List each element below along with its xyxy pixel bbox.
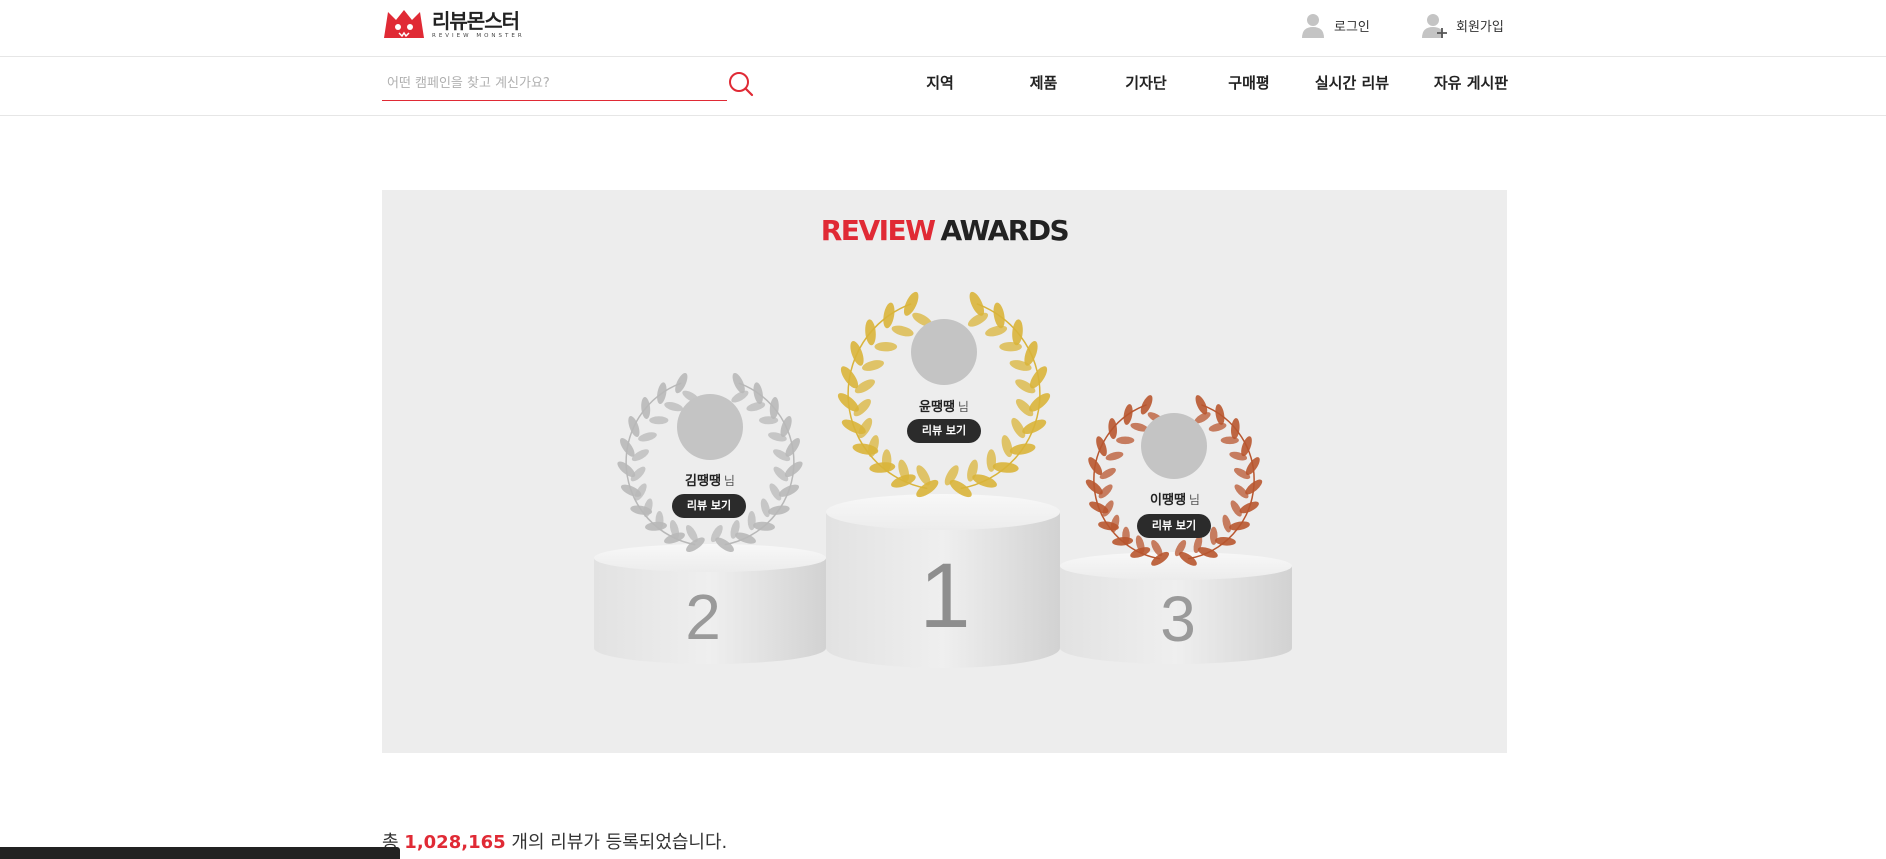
main-nav: 지역 제품 기자단 구매평 실시간 리뷰 자유 게시판 bbox=[880, 72, 1531, 93]
nav-item-reporters[interactable]: 기자단 bbox=[1087, 72, 1205, 93]
laurel-leaf bbox=[1209, 526, 1218, 545]
signup-label: 회원가입 bbox=[1456, 19, 1504, 35]
winner-name-first: 윤땡땡 님 bbox=[919, 400, 969, 415]
nav-item-live-reviews[interactable]: 실시간 리뷰 bbox=[1293, 72, 1411, 93]
view-review-button-second[interactable]: 리뷰 보기 bbox=[672, 494, 746, 518]
nav-item-free-board[interactable]: 자유 게시판 bbox=[1411, 72, 1531, 93]
podium-second: 2 bbox=[594, 544, 826, 664]
laurel-leaf bbox=[985, 325, 1008, 337]
podium-first: 1 bbox=[826, 494, 1060, 668]
user-icon bbox=[1302, 14, 1324, 38]
podium-rank-3: 3 bbox=[1160, 583, 1196, 655]
nav-item-product[interactable]: 제품 bbox=[1000, 72, 1087, 93]
login-link[interactable]: 로그인 bbox=[1300, 12, 1370, 38]
podium-rank-2: 2 bbox=[685, 581, 721, 653]
status-bar bbox=[0, 847, 400, 859]
logo-subtext: REVIEW MONSTER bbox=[432, 32, 525, 39]
nav-item-region[interactable]: 지역 bbox=[880, 72, 1000, 93]
laurel-leaf bbox=[1116, 436, 1135, 445]
review-awards-panel: REVIEW AWARDS 2 3 1 김땡땡 님 리뷰 보기 윤땡땡 님 리뷰… bbox=[382, 190, 1507, 753]
podium-third: 3 bbox=[1060, 552, 1292, 664]
search-box bbox=[382, 67, 727, 101]
laurel-leaf bbox=[999, 342, 1022, 352]
laurel-leaf bbox=[1105, 451, 1124, 461]
logo-text: 리뷰몬스터 bbox=[432, 8, 520, 33]
logo[interactable]: 리뷰몬스터 REVIEW MONSTER bbox=[382, 8, 525, 40]
laurel-leaf bbox=[760, 498, 770, 518]
view-review-button-first[interactable]: 리뷰 보기 bbox=[907, 419, 981, 443]
avatar-third bbox=[1141, 413, 1207, 479]
laurel-leaf bbox=[1220, 436, 1239, 445]
laurel-leaf bbox=[986, 449, 996, 472]
laurel-leaf bbox=[862, 360, 884, 371]
laurel-leaf bbox=[1222, 514, 1232, 533]
laurel-leaf bbox=[1208, 422, 1227, 432]
winner-name-second: 김땡땡 님 bbox=[685, 474, 735, 489]
laurel-leaf bbox=[747, 511, 756, 531]
avatar-second bbox=[677, 394, 743, 460]
laurel-leaf bbox=[1001, 435, 1013, 458]
nav-bar: 지역 제품 기자단 구매평 실시간 리뷰 자유 게시판 bbox=[0, 57, 1886, 116]
signup-link[interactable]: 회원가입 bbox=[1422, 12, 1504, 38]
podium-rank-1: 1 bbox=[919, 545, 970, 647]
review-count: 1,028,165 bbox=[404, 832, 506, 853]
laurel-leaf bbox=[874, 342, 898, 352]
nav-item-purchase-reviews[interactable]: 구매평 bbox=[1205, 72, 1293, 93]
laurel-leaf bbox=[664, 402, 683, 412]
review-count-summary: 총 1,028,165 개의 리뷰가 등록되었습니다. bbox=[382, 832, 728, 853]
view-review-button-third[interactable]: 리뷰 보기 bbox=[1137, 514, 1211, 538]
search-icon[interactable] bbox=[727, 70, 755, 98]
laurel-leaf bbox=[891, 325, 914, 337]
winner-name-third: 이땡땡 님 bbox=[1150, 493, 1200, 508]
laurel-leaf bbox=[638, 432, 657, 442]
user-add-icon bbox=[1422, 14, 1447, 38]
top-header: 리뷰몬스터 REVIEW MONSTER 로그인 회원가입 bbox=[0, 0, 1886, 57]
podium-illustration: 2 3 1 bbox=[594, 291, 1292, 668]
monster-logo-icon bbox=[384, 10, 424, 38]
avatar-first bbox=[911, 319, 977, 385]
laurel-leaf bbox=[746, 402, 766, 412]
login-label: 로그인 bbox=[1334, 19, 1370, 35]
laurel-leaf bbox=[759, 416, 779, 425]
laurel-leaf bbox=[649, 416, 669, 425]
search-input[interactable] bbox=[382, 67, 727, 99]
